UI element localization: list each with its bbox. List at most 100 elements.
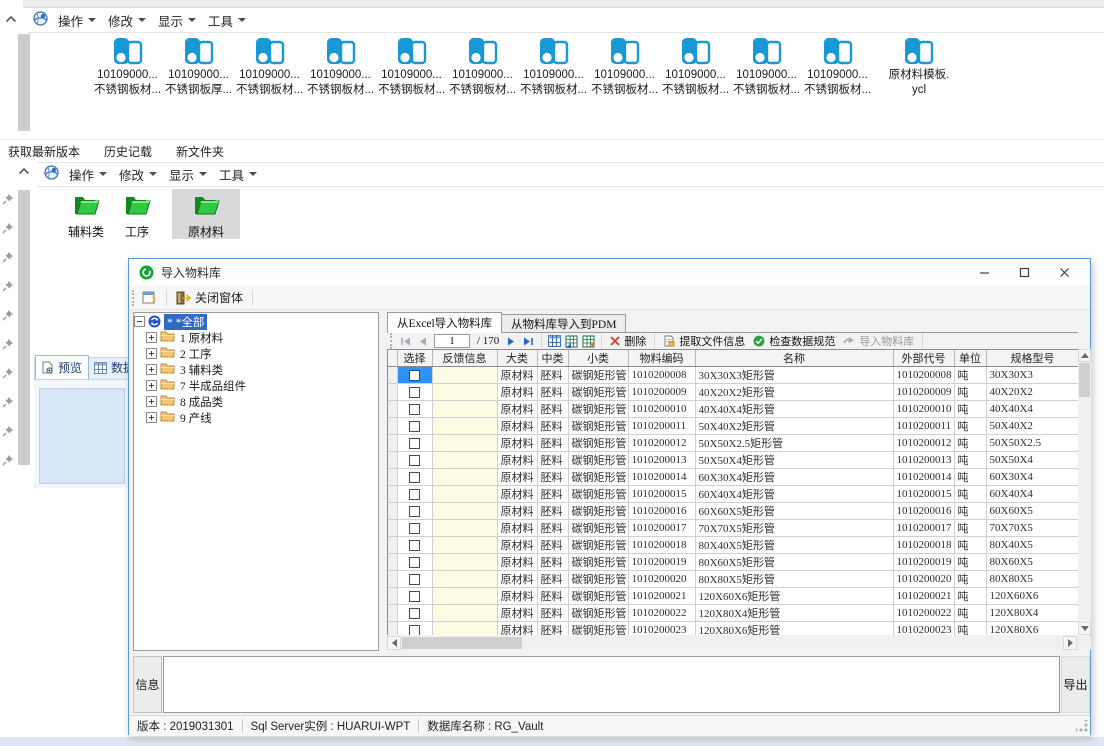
history-record[interactable]: 历史记载 [96, 140, 160, 163]
tree-node-label[interactable]: 3 辅料类 [178, 362, 225, 378]
folder-panel-menu-0[interactable]: 操作 [63, 163, 113, 186]
column-header-3[interactable]: 中类 [537, 350, 568, 367]
pushpin-icon[interactable] [2, 338, 14, 350]
row-checkbox[interactable] [409, 608, 420, 619]
dialog-titlebar[interactable]: 导入物料库 [129, 259, 1090, 286]
vertical-scroll-thumb[interactable] [1079, 363, 1090, 397]
tree-node-label[interactable]: 9 产线 [178, 410, 214, 426]
pushpin-icon[interactable] [2, 280, 14, 292]
row-selector-cell[interactable] [388, 486, 397, 503]
export-button[interactable]: 导出 [1061, 656, 1090, 713]
table-vertical-scrollbar[interactable] [1078, 349, 1091, 635]
file-item-6[interactable]: 10109000...不锈钢板材... [518, 36, 589, 98]
pushpin-icon[interactable] [2, 367, 14, 379]
tree-node-5[interactable]: 9 产线 [146, 410, 378, 425]
select-checkbox-cell[interactable] [397, 605, 432, 622]
scroll-down-button[interactable] [1078, 622, 1091, 635]
pushpin-icon[interactable] [2, 309, 14, 321]
panel-pin-2[interactable] [2, 251, 14, 263]
file-item-8[interactable]: 10109000...不锈钢板材... [660, 36, 731, 98]
file-item-9[interactable]: 10109000...不锈钢板材... [731, 36, 802, 98]
select-checkbox-cell[interactable] [397, 452, 432, 469]
file-panel-scrollbar[interactable] [18, 34, 30, 131]
pushpin-icon[interactable] [2, 425, 14, 437]
row-checkbox[interactable] [409, 421, 420, 432]
tree-root-label[interactable]: * *全部 [164, 314, 207, 330]
row-checkbox[interactable] [409, 489, 420, 500]
tree-node-label[interactable]: 7 半成品组件 [178, 378, 248, 394]
row-selector-cell[interactable] [388, 384, 397, 401]
table-row[interactable]: 原材料胚料碳钢矩形管101020001150X40X2矩形管1010200011… [388, 418, 1078, 435]
row-selector-cell[interactable] [388, 520, 397, 537]
table-row[interactable]: 原材料胚料碳钢矩形管101020001660X60X5矩形管1010200016… [388, 503, 1078, 520]
table-horizontal-scrollbar[interactable] [387, 636, 1091, 650]
navigator-grip[interactable] [390, 333, 395, 349]
get-latest-version[interactable]: 获取最新版本 [0, 140, 88, 163]
tree-node-label[interactable]: 1 原材料 [178, 330, 225, 346]
select-checkbox-cell[interactable] [397, 367, 432, 384]
pushpin-icon[interactable] [2, 251, 14, 263]
tree-node-2[interactable]: 3 辅料类 [146, 362, 378, 377]
table-row[interactable]: 原材料胚料碳钢矩形管101020000830X30X3矩形管1010200008… [388, 367, 1078, 384]
file-panel-menu-1[interactable]: 修改 [102, 9, 152, 32]
tree-node-0[interactable]: 1 原材料 [146, 330, 378, 345]
panel-pin-4[interactable] [2, 309, 14, 321]
table-row[interactable]: 原材料胚料碳钢矩形管1010200021120X60X6矩形管101020002… [388, 588, 1078, 605]
row-checkbox[interactable] [409, 523, 420, 534]
row-checkbox[interactable] [409, 455, 420, 466]
tab-preview[interactable]: 预览 [35, 355, 89, 379]
file-item-1[interactable]: 10109000...不锈钢板厚... [163, 36, 234, 98]
pushpin-icon[interactable] [2, 222, 14, 234]
row-checkbox[interactable] [409, 370, 420, 381]
tree-expand-toggle[interactable] [146, 364, 157, 375]
folder-item-2[interactable]: 原材料 [172, 189, 240, 239]
file-item-0[interactable]: 10109000...不锈钢板材... [92, 36, 163, 98]
tree-node-label[interactable]: 2 工序 [178, 346, 214, 362]
tree-node-1[interactable]: 2 工序 [146, 346, 378, 361]
new-folder[interactable]: 新文件夹 [168, 140, 232, 163]
table-row[interactable]: 原材料胚料碳钢矩形管101020001350X50X4矩形管1010200013… [388, 452, 1078, 469]
row-checkbox[interactable] [409, 557, 420, 568]
select-checkbox-cell[interactable] [397, 401, 432, 418]
select-checkbox-cell[interactable] [397, 588, 432, 605]
file-item-7[interactable]: 10109000...不锈钢板材... [589, 36, 660, 98]
panel-pin-6[interactable] [2, 367, 14, 379]
tree-expand-toggle[interactable] [146, 396, 157, 407]
row-selector-cell[interactable] [388, 367, 397, 384]
column-header-7[interactable]: 外部代号 [893, 350, 954, 367]
pushpin-icon[interactable] [2, 454, 14, 466]
next-page-button[interactable] [503, 334, 520, 349]
row-checkbox[interactable] [409, 574, 420, 585]
file-item-3[interactable]: 10109000...不锈钢板材... [305, 36, 376, 98]
check-data-spec-button[interactable]: 检查数据规范 [749, 333, 839, 349]
row-selector-cell[interactable] [388, 418, 397, 435]
row-selector-cell[interactable] [388, 469, 397, 486]
folder-panel-scrollbar[interactable] [18, 190, 30, 465]
tree-expand-toggle[interactable] [146, 412, 157, 423]
table-row[interactable]: 原材料胚料碳钢矩形管101020001980X60X5矩形管1010200019… [388, 554, 1078, 571]
panel-pin-3[interactable] [2, 280, 14, 292]
file-item-4[interactable]: 10109000...不锈钢板材... [376, 36, 447, 98]
extract-file-info-button[interactable]: 提取文件信息 [659, 333, 749, 349]
horizontal-scroll-thumb[interactable] [402, 637, 522, 649]
table-row[interactable]: 原材料胚料碳钢矩形管101020002080X80X5矩形管1010200020… [388, 571, 1078, 588]
folder-panel-menu-1[interactable]: 修改 [113, 163, 163, 186]
minimize-button[interactable] [964, 259, 1004, 286]
pushpin-icon[interactable] [2, 396, 14, 408]
tree-expand-toggle[interactable] [146, 380, 157, 391]
last-page-button[interactable] [520, 334, 537, 349]
panel-pin-9[interactable] [2, 454, 14, 466]
page-number-input[interactable]: 1 [434, 334, 470, 348]
scroll-up-button[interactable] [1078, 349, 1091, 362]
row-checkbox[interactable] [409, 540, 420, 551]
panel-pin-1[interactable] [2, 222, 14, 234]
column-header-5[interactable]: 物料编码 [628, 350, 695, 367]
collapse-panel-chevron[interactable] [3, 12, 19, 26]
file-item-5[interactable]: 10109000...不锈钢板材... [447, 36, 518, 98]
excel-open-button[interactable] [563, 334, 580, 349]
tree-expand-toggle[interactable] [146, 348, 157, 359]
row-checkbox[interactable] [409, 472, 420, 483]
table-row[interactable]: 原材料胚料碳钢矩形管101020001250X50X2.5矩形管10102000… [388, 435, 1078, 452]
select-checkbox-cell[interactable] [397, 486, 432, 503]
table-row[interactable]: 原材料胚料碳钢矩形管101020001040X40X4矩形管1010200010… [388, 401, 1078, 418]
